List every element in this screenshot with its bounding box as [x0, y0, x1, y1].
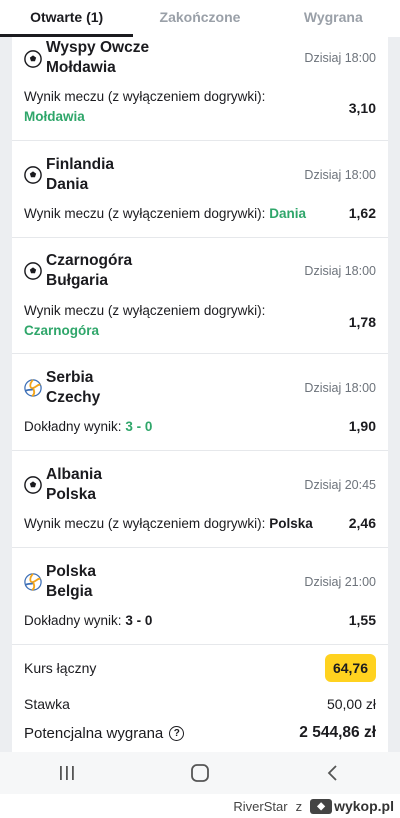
- watermark-footer: RiverStar z ◆ wykop.pl: [0, 794, 400, 818]
- event-odds: 1,55: [348, 612, 376, 628]
- home-button[interactable]: [180, 758, 220, 788]
- event-row[interactable]: Albania Polska Dzisiaj 20:45 Wynik meczu…: [12, 451, 388, 548]
- event-time: Dzisiaj 18:00: [304, 264, 376, 278]
- market-pick: Polska: [269, 516, 313, 531]
- stake-value: 50,00 zł: [326, 696, 376, 712]
- football-icon: [24, 166, 42, 184]
- away-team: Dania: [46, 176, 89, 193]
- home-team: Albania: [46, 466, 102, 483]
- event-odds: 2,46: [348, 515, 376, 531]
- recent-apps-button[interactable]: [47, 758, 87, 788]
- event-row[interactable]: Czarnogóra Bułgaria Dzisiaj 18:00 Wynik …: [12, 238, 388, 354]
- event-row[interactable]: Wyspy Owcze Mołdawia Dzisiaj 18:00 Wynik…: [12, 37, 388, 141]
- home-team: Serbia: [46, 369, 94, 386]
- event-odds: 1,78: [348, 314, 376, 330]
- event-time: Dzisiaj 21:00: [304, 575, 376, 589]
- market-name: Dokładny wynik:: [24, 419, 122, 434]
- recent-apps-icon: [59, 766, 74, 780]
- away-team: Mołdawia: [46, 59, 116, 76]
- total-odds-row: Kurs łączny 64,76: [24, 654, 376, 682]
- tab-bar: Otwarte (1) Zakończone Wygrana: [0, 0, 400, 37]
- coupon-card: Wyspy Owcze Mołdawia Dzisiaj 18:00 Wynik…: [12, 37, 388, 752]
- market-label: Dokładny wynik: 3 - 0: [24, 417, 152, 437]
- event-time: Dzisiaj 18:00: [304, 168, 376, 182]
- stake-row: Stawka 50,00 zł: [24, 696, 376, 712]
- market-label: Dokładny wynik: 3 - 0: [24, 611, 152, 631]
- football-icon: [24, 262, 42, 280]
- volleyball-icon: [24, 573, 42, 591]
- away-team: Belgia: [46, 583, 93, 600]
- system-nav-bar: [0, 752, 400, 794]
- home-team: Polska: [46, 563, 96, 580]
- event-teams: Polska Belgia: [46, 562, 96, 602]
- event-time: Dzisiaj 18:00: [304, 381, 376, 395]
- event-teams: Serbia Czechy: [46, 368, 100, 408]
- home-icon: [191, 764, 209, 782]
- market-pick: 3 - 0: [125, 613, 153, 628]
- home-team: Finlandia: [46, 156, 115, 173]
- event-time: Dzisiaj 20:45: [304, 478, 376, 492]
- author-separator: z: [295, 798, 303, 814]
- market-label: Wynik meczu (z wyłączeniem dogrywki): Da…: [24, 204, 306, 224]
- market-label: Wynik meczu (z wyłączeniem dogrywki): Cz…: [24, 301, 265, 341]
- event-teams: Wyspy Owcze Mołdawia: [46, 38, 149, 78]
- tab-won[interactable]: Wygrana: [267, 0, 400, 37]
- away-team: Polska: [46, 486, 96, 503]
- football-icon: [24, 476, 42, 494]
- event-odds: 1,90: [348, 418, 376, 434]
- away-team: Bułgaria: [46, 272, 109, 289]
- event-teams: Czarnogóra Bułgaria: [46, 251, 132, 291]
- tab-finished[interactable]: Zakończone: [133, 0, 266, 37]
- tab-open[interactable]: Otwarte (1): [0, 0, 134, 37]
- event-row[interactable]: Polska Belgia Dzisiaj 21:00 Dokładny wyn…: [12, 548, 388, 645]
- event-row[interactable]: Serbia Czechy Dzisiaj 18:00 Dokładny wyn…: [12, 354, 388, 451]
- stake-label: Stawka: [24, 696, 70, 712]
- home-team: Czarnogóra: [46, 252, 133, 269]
- home-team: Wyspy Owcze: [46, 39, 150, 56]
- market-name: Wynik meczu (z wyłączeniem dogrywki):: [24, 89, 266, 104]
- event-odds: 3,10: [348, 100, 376, 116]
- market-label: Wynik meczu (z wyłączeniem dogrywki): Mo…: [24, 87, 265, 127]
- event-row[interactable]: Finlandia Dania Dzisiaj 18:00 Wynik mecz…: [12, 141, 388, 238]
- back-button[interactable]: [313, 758, 353, 788]
- potential-win-label: Potencjalna wygrana: [24, 724, 164, 742]
- potential-win-value: 2 544,86 zł: [299, 724, 376, 741]
- potential-win-label-wrap: Potencjalna wygrana ?: [24, 724, 185, 742]
- potential-win-row: Potencjalna wygrana ? 2 544,86 zł: [24, 724, 376, 742]
- total-odds-badge: 64,76: [324, 654, 376, 682]
- market-name: Dokładny wynik:: [24, 613, 122, 628]
- market-label: Wynik meczu (z wyłączeniem dogrywki): Po…: [24, 514, 313, 534]
- market-name: Wynik meczu (z wyłączeniem dogrywki):: [24, 206, 266, 221]
- market-name: Wynik meczu (z wyłączeniem dogrywki):: [24, 516, 266, 531]
- back-icon: [328, 765, 337, 781]
- away-team: Czechy: [46, 389, 101, 406]
- author-name: RiverStar: [233, 798, 288, 814]
- site-name: wykop.pl: [334, 798, 394, 814]
- market-pick: Mołdawia: [24, 109, 85, 124]
- event-time: Dzisiaj 18:00: [304, 51, 376, 65]
- market-pick: Czarnogóra: [24, 323, 100, 338]
- event-teams: Albania Polska: [46, 465, 102, 505]
- event-odds: 1,62: [348, 205, 376, 221]
- event-teams: Finlandia Dania: [46, 155, 114, 195]
- market-pick: Dania: [269, 206, 306, 221]
- wykop-icon: ◆: [310, 798, 333, 814]
- market-pick: 3 - 0: [125, 419, 153, 434]
- help-icon[interactable]: ?: [169, 725, 185, 741]
- site-logo: ◆ wykop.pl: [310, 798, 394, 814]
- volleyball-icon: [24, 379, 42, 397]
- football-icon: [24, 50, 42, 68]
- total-odds-label: Kurs łączny: [24, 660, 97, 676]
- market-name: Wynik meczu (z wyłączeniem dogrywki):: [24, 303, 266, 318]
